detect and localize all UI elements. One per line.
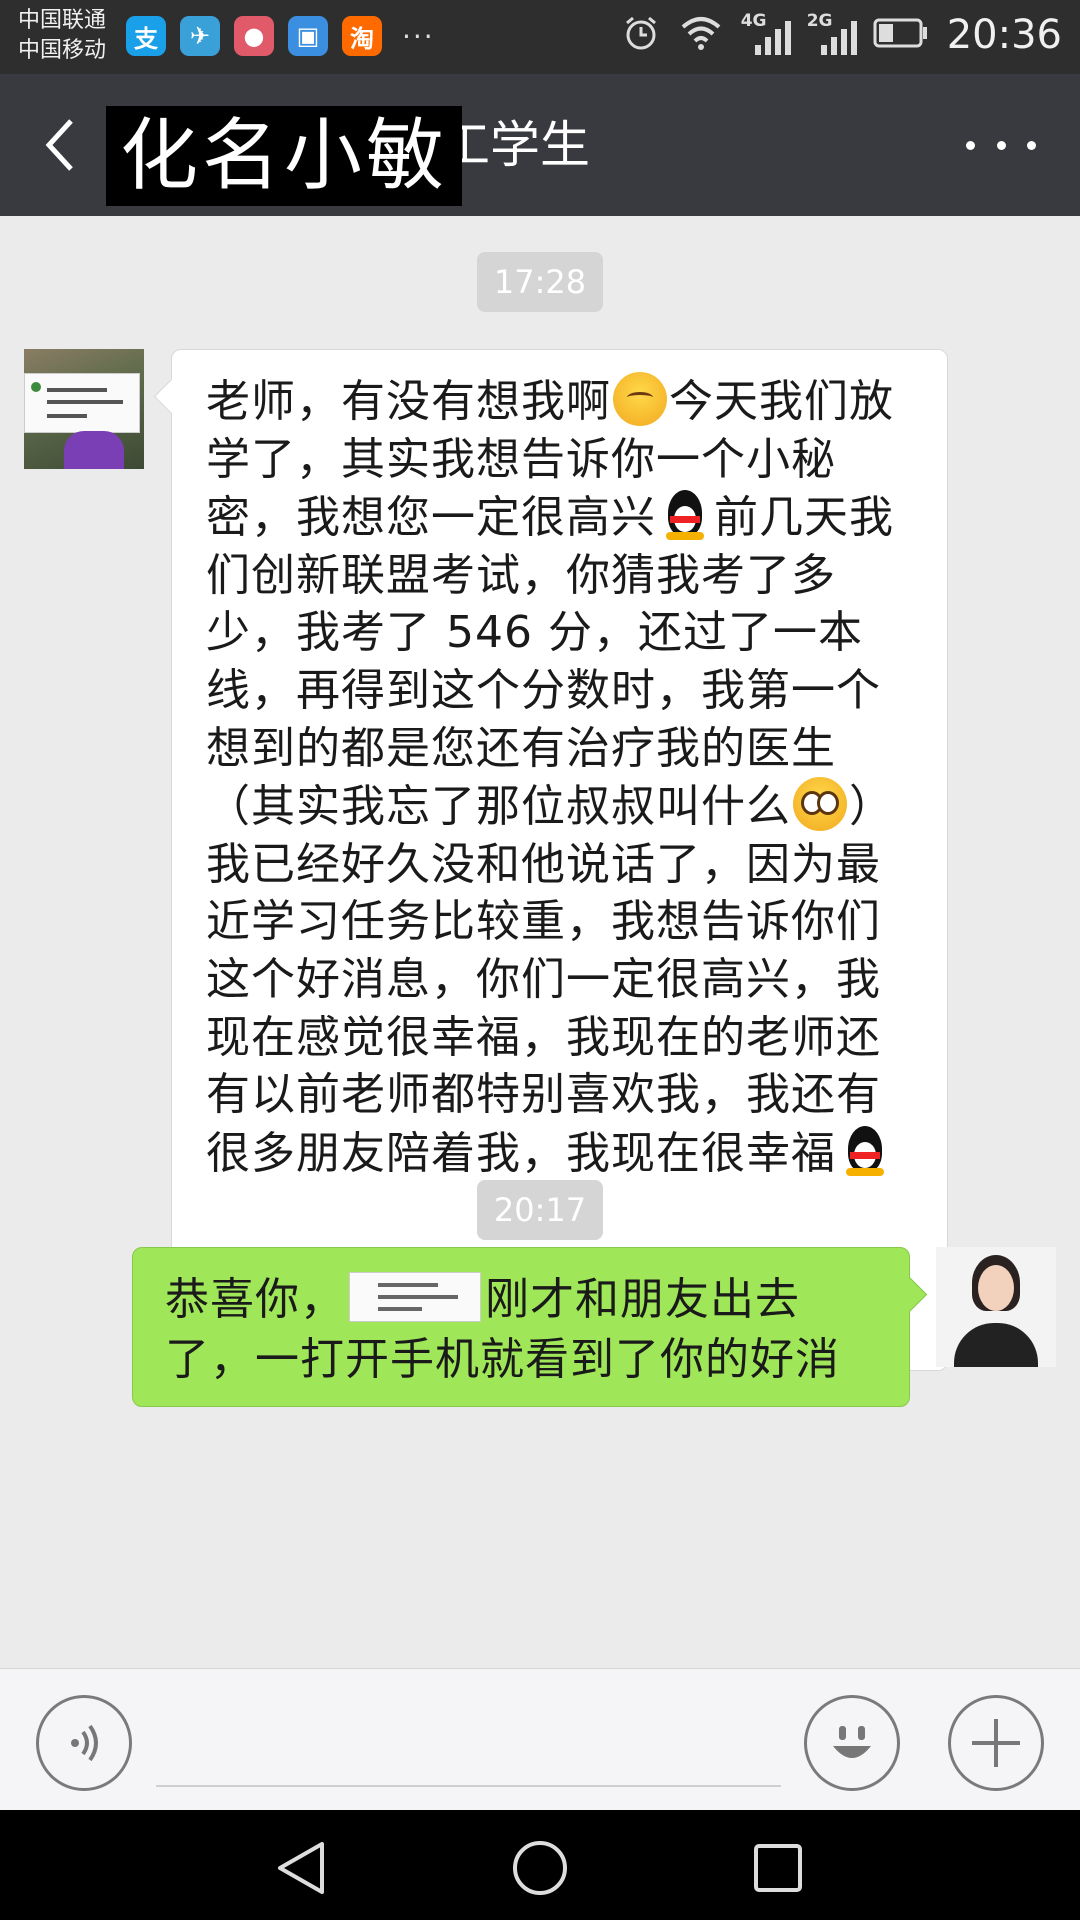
signal-4g-icon: 4G: [741, 11, 791, 57]
message-text: 恭喜你，: [165, 1274, 345, 1325]
gallery-icon: ▣: [288, 16, 328, 56]
dot-icon: [1027, 140, 1036, 150]
self-avatar[interactable]: [936, 1247, 1056, 1367]
chat-title-bar: 工学生 化名小敏: [0, 74, 1080, 216]
qq-penguin-emoji-icon: [838, 1124, 892, 1178]
time-divider: 17:28: [477, 252, 603, 312]
voice-input-button[interactable]: [36, 1695, 132, 1791]
back-button[interactable]: [30, 114, 92, 176]
wifi-icon: [679, 15, 723, 55]
voice-icon: [71, 1724, 98, 1762]
alarm-icon: [621, 13, 661, 57]
inline-image-icon: [349, 1272, 481, 1322]
carrier-primary: 中国联通: [18, 8, 107, 33]
carrier-info: 中国联通 中国移动: [18, 6, 106, 66]
triangle-back-icon: [278, 1842, 324, 1894]
dot-icon: [996, 140, 1006, 150]
message-list[interactable]: 17:28 老师，有没有想我啊 今天我们放学了，其实我想告诉你一个小秘密，我想您一…: [0, 216, 1080, 1668]
nav-recents-button[interactable]: [748, 1838, 808, 1898]
security-app-icon: ●: [234, 16, 274, 56]
taobao-icon: 淘: [342, 16, 382, 56]
nav-back-button[interactable]: [272, 1838, 332, 1898]
carrier-secondary: 中国移动: [18, 38, 107, 63]
more-functions-button[interactable]: [948, 1695, 1044, 1791]
paper-plane-icon: ✈: [180, 16, 220, 56]
signal-2g-icon: 2G: [807, 11, 857, 57]
sent-message-bubble[interactable]: 恭喜你， 刚才和朋友出去了，一打开手机就看到了你的好消: [132, 1247, 910, 1407]
clock: 20:36: [946, 12, 1062, 58]
qq-penguin-emoji-icon: [658, 488, 712, 542]
more-notifications-icon: ···: [402, 19, 435, 53]
message-text: 老师，有没有想我啊: [206, 376, 611, 427]
contact-avatar[interactable]: [24, 349, 144, 469]
dot-icon: [966, 140, 975, 150]
redacted-name-overlay: 化名小敏: [106, 106, 462, 206]
status-bar: 中国联通 中国移动 支 ✈ ● ▣ 淘 ··· 4G 2G 20:36: [0, 0, 1080, 74]
time-divider: 20:17: [477, 1180, 603, 1240]
more-options-button[interactable]: [966, 130, 1036, 160]
system-navigation-bar: [0, 1810, 1080, 1920]
alipay-icon: 支: [126, 16, 166, 56]
plus-icon: [972, 1719, 1020, 1767]
battery-icon: [873, 17, 929, 53]
nav-home-button[interactable]: [510, 1838, 570, 1898]
message-input[interactable]: [156, 1699, 781, 1787]
message-input-bar: [0, 1668, 1080, 1810]
smiley-icon: [833, 1726, 871, 1758]
message-text: ）我已经好久没和他说话了，因为最近学习任务比较重，我想告诉你们这个好消息，你们一…: [206, 781, 894, 1179]
shy-face-emoji-icon: [613, 372, 667, 426]
circle-home-icon: [513, 1841, 567, 1895]
square-recents-icon: [754, 1844, 802, 1892]
chat-title: 工学生: [440, 116, 590, 174]
emoji-button[interactable]: [804, 1695, 900, 1791]
flushed-face-emoji-icon: [793, 777, 847, 832]
system-indicators: 4G 2G 20:36: [621, 10, 1062, 60]
chevron-left-icon: [45, 119, 73, 171]
notification-icons: 支 ✈ ● ▣ 淘 ···: [126, 16, 435, 56]
